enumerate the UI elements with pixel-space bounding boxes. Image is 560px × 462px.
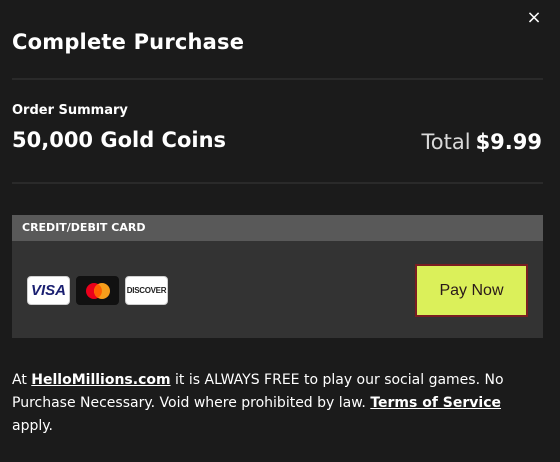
divider	[12, 182, 543, 184]
payment-method-panel: CREDIT/DEBIT CARD VISA DISCOVER Pay Now	[12, 215, 543, 338]
order-summary-label: Order Summary	[12, 103, 128, 118]
order-total: Total $9.99	[422, 130, 542, 154]
payment-method-header[interactable]: CREDIT/DEBIT CARD	[12, 215, 543, 241]
card-logos: VISA DISCOVER	[27, 276, 168, 305]
close-button[interactable]: ×	[524, 8, 544, 28]
discover-icon: DISCOVER	[125, 276, 168, 305]
disclaimer-suffix: apply.	[12, 418, 53, 434]
pay-now-button[interactable]: Pay Now	[415, 264, 528, 317]
terms-of-service-link[interactable]: Terms of Service	[370, 395, 501, 411]
product-name: 50,000 Gold Coins	[12, 128, 227, 152]
visa-icon: VISA	[27, 276, 70, 305]
mastercard-circles	[85, 282, 110, 299]
visa-label: VISA	[30, 282, 66, 299]
disclaimer-text: At HelloMillions.com it is ALWAYS FREE t…	[12, 369, 537, 438]
divider	[12, 78, 543, 80]
dialog-title: Complete Purchase	[12, 30, 245, 54]
site-link[interactable]: HelloMillions.com	[31, 372, 170, 388]
total-label: Total	[421, 130, 471, 154]
mastercard-icon	[76, 276, 119, 305]
disclaimer-prefix: At	[12, 372, 32, 388]
total-amount: $9.99	[475, 130, 542, 154]
discover-label: DISCOVER	[126, 286, 167, 295]
